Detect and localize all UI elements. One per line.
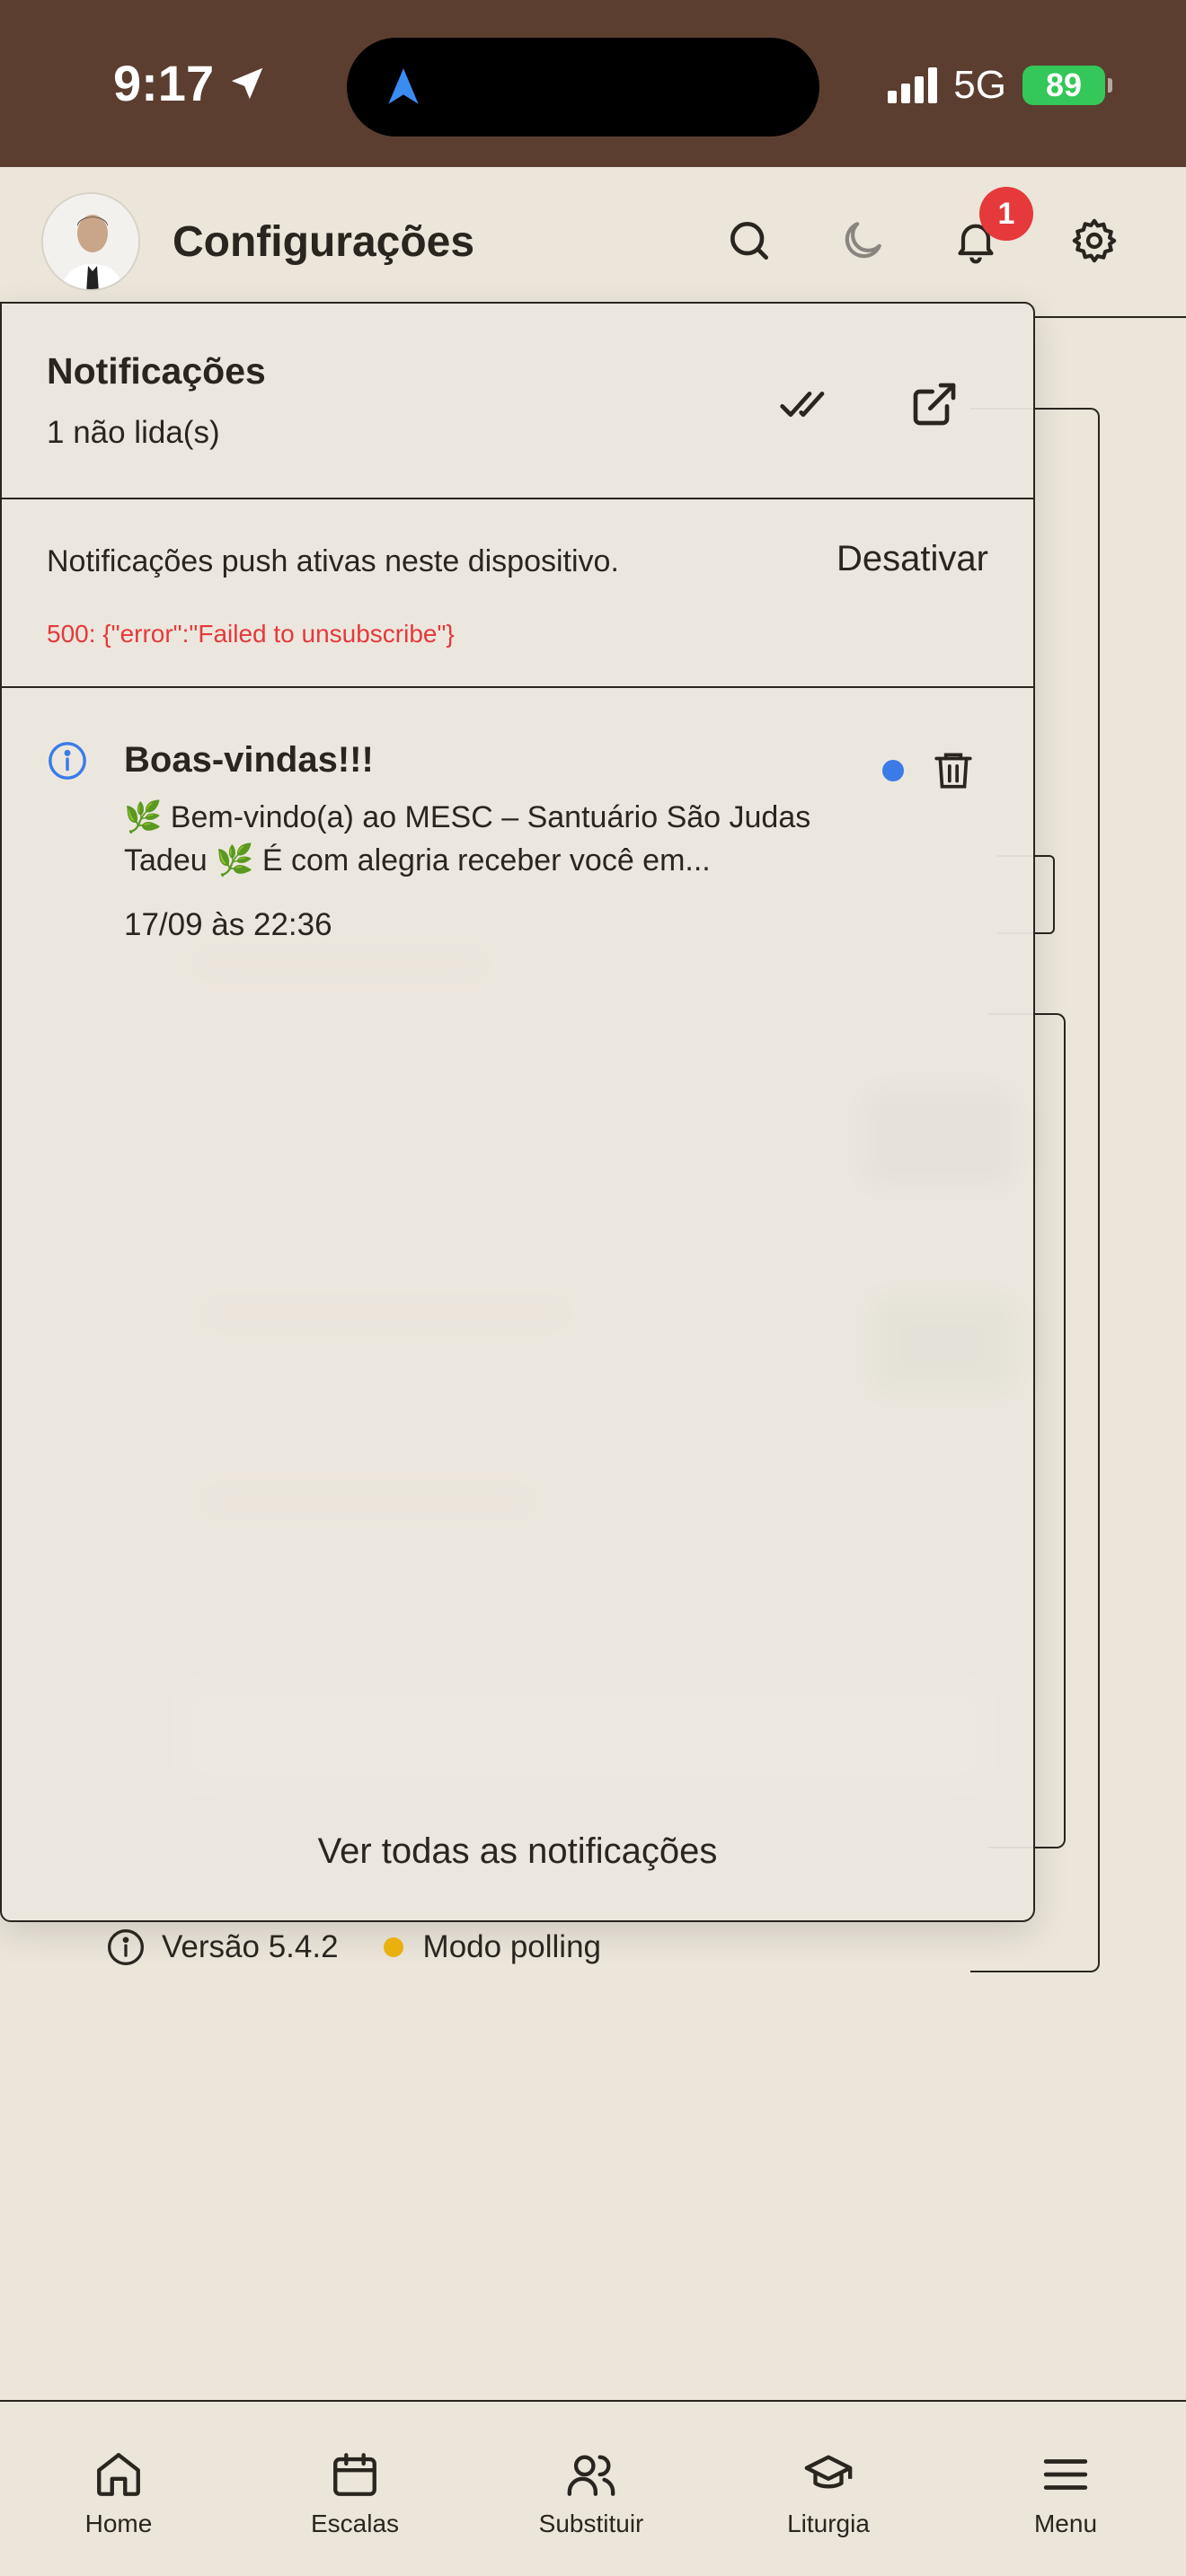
calendar-icon <box>333 2453 376 2496</box>
status-time: 9:17 <box>113 54 268 112</box>
version-text: Versão 5.4.2 <box>162 1929 339 1964</box>
nav-home-label: Home <box>84 2510 153 2537</box>
polling-mode-text: Modo polling <box>422 1929 602 1964</box>
disable-push-button[interactable]: Desativar <box>836 539 988 579</box>
avatar[interactable] <box>41 192 140 291</box>
status-indicators: 5G 89 <box>888 63 1112 108</box>
notification-item[interactable]: Boas-vindas!!! 🌿 Bem-vindo(a) ao MESC – … <box>2 690 1033 995</box>
status-bar: 9:17 5G 89 <box>0 0 1186 167</box>
double-check-icon <box>780 392 825 417</box>
nav-substituir-label: Substituir <box>538 2510 644 2537</box>
delete-notification-button[interactable] <box>931 745 976 794</box>
page-title: Configurações <box>173 218 475 266</box>
push-status-text: Notificações push ativas neste dispositi… <box>47 544 619 578</box>
nav-liturgia[interactable]: Liturgia <box>739 2448 918 2538</box>
menu-icon <box>1043 2459 1088 2490</box>
users-icon <box>567 2455 615 2496</box>
open-external-button[interactable] <box>909 379 960 429</box>
nav-menu-label: Menu <box>1033 2510 1098 2537</box>
unread-count: 1 não lida(s) <box>47 415 220 450</box>
panel-header: Notificações 1 não lida(s) <box>2 304 1033 499</box>
navigation-arrow-icon <box>388 68 419 104</box>
see-all-notifications-link[interactable]: Ver todas as notificações <box>2 1831 1033 1872</box>
app-header: Configurações 1 <box>0 167 1186 316</box>
battery-icon: 89 <box>1022 66 1112 105</box>
external-link-icon <box>913 383 956 426</box>
panel-title: Notificações <box>47 350 266 392</box>
polling-status-dot <box>383 1937 403 1957</box>
home-icon <box>97 2453 140 2496</box>
push-status-row: Notificações push ativas neste dispositi… <box>2 501 1033 688</box>
bottom-nav: Home Escalas Substituir Liturgia Menu <box>0 2400 1186 2576</box>
error-message: 500: {"error":"Failed to unsubscribe"} <box>47 620 455 648</box>
notification-body: 🌿 Bem-vindo(a) ao MESC – Santuário São J… <box>124 800 811 878</box>
location-arrow-icon <box>231 67 263 99</box>
nav-escalas[interactable]: Escalas <box>265 2448 445 2538</box>
unread-dot <box>882 760 904 781</box>
avatar-image <box>43 194 138 289</box>
notifications-panel: Notificações 1 não lida(s) Notificações … <box>0 302 1035 1922</box>
battery-level: 89 <box>1045 66 1083 103</box>
info-icon <box>49 742 86 780</box>
graduation-cap-icon <box>804 2455 853 2489</box>
trash-icon <box>934 753 972 789</box>
nav-substituir[interactable]: Substituir <box>501 2448 681 2538</box>
status-time-text: 9:17 <box>113 55 215 111</box>
nav-liturgia-label: Liturgia <box>787 2510 870 2537</box>
notification-time: 17/09 às 22:36 <box>124 907 332 942</box>
moon-icon[interactable] <box>837 216 888 266</box>
search-icon[interactable] <box>724 216 774 266</box>
nav-escalas-label: Escalas <box>310 2510 400 2537</box>
info-icon <box>108 1929 144 1965</box>
notification-title: Boas-vindas!!! <box>124 740 374 780</box>
network-type: 5G <box>953 63 1006 107</box>
notification-badge: 1 <box>979 187 1033 241</box>
dynamic-island <box>347 38 819 137</box>
nav-home[interactable]: Home <box>29 2448 208 2538</box>
version-info: Versão 5.4.2 Modo polling <box>106 1928 601 1967</box>
gear-icon[interactable] <box>1069 216 1120 266</box>
mark-all-read-button[interactable] <box>778 379 828 429</box>
signal-icon <box>888 67 938 103</box>
nav-menu[interactable]: Menu <box>976 2448 1155 2538</box>
